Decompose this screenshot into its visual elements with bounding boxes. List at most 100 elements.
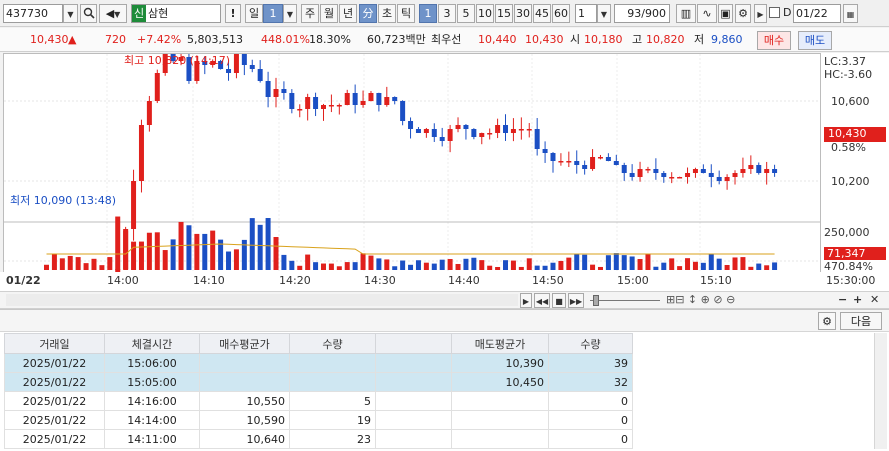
table-cell: 2025/01/22 [4,353,105,373]
volume-bar [83,263,89,270]
scroll-last-button[interactable]: ▶▶ [568,293,584,308]
table-row[interactable]: 2025/01/22 15:05:00 10,450 32 [4,372,633,392]
period-tick-button[interactable]: 틱 [397,4,415,23]
scroll-right-button[interactable]: ▶ [520,293,532,308]
sell-button[interactable]: 매도 [798,31,832,50]
scroll-button[interactable]: ▶ [754,4,767,23]
interval-label: 30 [516,7,530,20]
week-label: 주 [304,7,316,20]
volume-bar [637,259,643,270]
month-label: 월 [323,7,335,20]
period-month-button[interactable]: 월 [320,4,338,23]
candle-body [629,173,635,177]
buy-button[interactable]: 매수 [757,31,791,50]
year-label: 년 [342,7,354,20]
volume-bar [653,266,659,270]
chart-window: 437730 ▼ ◀▼ 신 삼현 ! 일 1 ▼ 주 월 년 分 초 틱 1 3 … [0,0,889,451]
panel-scrollbar[interactable] [874,333,887,449]
interval-button-1[interactable]: 3 [438,4,456,23]
info-button[interactable]: ! [225,4,241,23]
stop-button[interactable]: ■ [552,293,566,308]
quote-bar: 10,430 ▲ 720 +7.42% 5,803,513 448.01% 18… [0,28,889,52]
table-cell: 0 [548,429,633,449]
search-button[interactable] [80,4,97,23]
candle-body [605,157,611,161]
chart-scroll-track[interactable] [6,294,518,306]
period-second-button[interactable]: 초 [378,4,396,23]
table-cell: 32 [548,372,633,392]
zoom-slider[interactable] [590,300,660,301]
table-row[interactable]: 2025/01/22 14:11:00 10,640 23 0 [4,429,633,449]
volume-bar [281,254,287,270]
time-label: 14:20 [279,274,311,287]
volume-bar [202,233,208,270]
date-checkbox[interactable] [769,7,780,18]
stock-name-field[interactable]: 신 삼현 [131,4,221,23]
indicator-button[interactable]: ∿ [697,4,717,23]
next-button[interactable]: 다음 [840,312,882,330]
volume-bar [400,260,406,270]
period-value-field[interactable]: 1 [263,4,283,23]
interval-button-0[interactable]: 1 [419,4,437,23]
scroll-first-button[interactable]: ◀◀ [534,293,550,308]
period-dropdown[interactable]: ▼ [283,4,297,23]
interval-button-3[interactable]: 10 [476,4,494,23]
stock-code-input[interactable]: 437730 [3,4,63,23]
time-label: 15:10 [700,274,732,287]
interval-input[interactable]: 1 [575,4,597,23]
candle-body [297,109,303,111]
volume-bar [661,262,667,270]
candle-body [510,129,516,133]
table-row[interactable]: 2025/01/22 14:16:00 10,550 5 0 [4,391,633,411]
price-chart-area[interactable]: 최고 10,820 (14:17) 최저 10,090 (13:48) [3,53,888,291]
price-change-pct: +7.42% [137,33,182,46]
save-button[interactable]: ▣ [718,4,733,23]
interval-button-5[interactable]: 30 [514,4,532,23]
panel-settings-button[interactable]: ⚙ [818,312,836,330]
volume-tick: 250,000 [824,226,870,239]
period-year-button[interactable]: 년 [339,4,357,23]
new-listing-badge: 신 [132,5,146,22]
candle-body [748,165,754,169]
interval-button-7[interactable]: 60 [552,4,570,23]
time-axis-date: 01/22 [6,274,41,287]
volume-bar [154,232,160,270]
code-dropdown-button[interactable]: ▼ [63,4,78,23]
date-input[interactable]: 01/22 [793,4,841,23]
column-header: 체결시간 [104,333,200,354]
volume-bar [336,266,342,270]
triangle-right-icon: ▶ [757,10,764,19]
close-icon[interactable]: ✕ [870,293,879,306]
interval-label: 15 [497,7,511,20]
settings-button[interactable]: ⚙ [735,4,751,23]
table-row[interactable]: 2025/01/22 14:14:00 10,590 19 0 [4,410,633,430]
interval-button-2[interactable]: 5 [457,4,475,23]
interval-button-6[interactable]: 45 [533,4,551,23]
next-label: 다음 [850,315,872,328]
candle-body [669,177,675,179]
zoom-slider-thumb[interactable] [593,295,599,306]
current-price: 10,430 [30,33,69,46]
calendar-button[interactable]: ▦ [843,4,858,23]
table-cell: 23 [289,429,376,449]
candle-body [463,125,469,129]
zoom-in-button[interactable]: − [838,293,847,306]
chart-type-button[interactable]: ▥ [676,4,696,23]
volume-bar [772,262,778,270]
sound-button[interactable]: ◀▼ [99,4,127,23]
table-cell: 10,640 [199,429,290,449]
period-minute-button[interactable]: 分 [359,4,377,23]
zoom-out-button[interactable]: + [853,293,862,306]
candle-body [423,129,429,133]
chart-tools-icon[interactable]: ⊞⊟ ↕ ⊕ ⊘ ⊖ [666,293,735,306]
second-label: 초 [381,7,393,20]
volume-bar [708,253,714,270]
interval-dropdown[interactable]: ▼ [597,4,611,23]
period-day-button[interactable]: 일 [245,4,263,23]
table-row[interactable]: 2025/01/22 15:06:00 10,390 39 [4,353,633,373]
interval-button-4[interactable]: 15 [495,4,513,23]
bar-count-field[interactable]: 93/900 [614,4,670,23]
table-cell: 19 [289,410,376,430]
time-end-label: 15:30:00 [826,274,876,287]
period-week-button[interactable]: 주 [301,4,319,23]
